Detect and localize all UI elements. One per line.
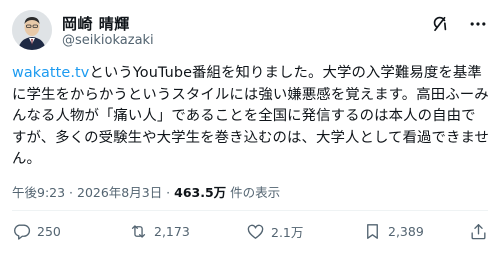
post-header-icons bbox=[430, 14, 488, 34]
grok-icon[interactable] bbox=[430, 14, 450, 34]
repost-icon bbox=[129, 222, 148, 241]
avatar-image bbox=[12, 10, 52, 50]
bookmark-icon bbox=[363, 222, 382, 241]
bookmark-count: 2,389 bbox=[388, 224, 424, 239]
post-view-count: 463.5万 bbox=[174, 185, 227, 200]
share-button[interactable] bbox=[469, 222, 488, 241]
author-handle[interactable]: @seikiokazaki bbox=[62, 33, 154, 48]
action-bar: 250 2,173 2.1万 2,389 bbox=[12, 222, 488, 244]
reply-button[interactable]: 250 bbox=[12, 222, 61, 241]
author-display-name[interactable]: 岡崎 晴輝 bbox=[62, 13, 130, 34]
reply-icon bbox=[12, 222, 31, 241]
more-icon[interactable] bbox=[468, 14, 488, 34]
post-text: wakatte.tvというYouTube番組を知りました。大学の入学難易度を基準… bbox=[12, 63, 490, 171]
like-count: 2.1万 bbox=[271, 225, 304, 240]
reply-count: 250 bbox=[37, 224, 61, 239]
divider bbox=[12, 210, 488, 211]
repost-button[interactable]: 2,173 bbox=[129, 222, 190, 241]
share-icon bbox=[469, 222, 488, 241]
bookmark-button[interactable]: 2,389 bbox=[363, 222, 424, 241]
repost-count: 2,173 bbox=[154, 224, 190, 239]
like-button[interactable]: 2.1万 bbox=[246, 222, 303, 241]
post-link[interactable]: wakatte.tv bbox=[12, 65, 89, 81]
post-timestamp[interactable]: 午後9:23 · 2026年8月3日 · bbox=[12, 185, 174, 200]
avatar[interactable] bbox=[12, 10, 52, 50]
post-meta: 午後9:23 · 2026年8月3日 · 463.5万 件の表示 bbox=[12, 182, 280, 201]
post-view-label: 件の表示 bbox=[226, 185, 281, 200]
like-icon bbox=[246, 222, 265, 241]
